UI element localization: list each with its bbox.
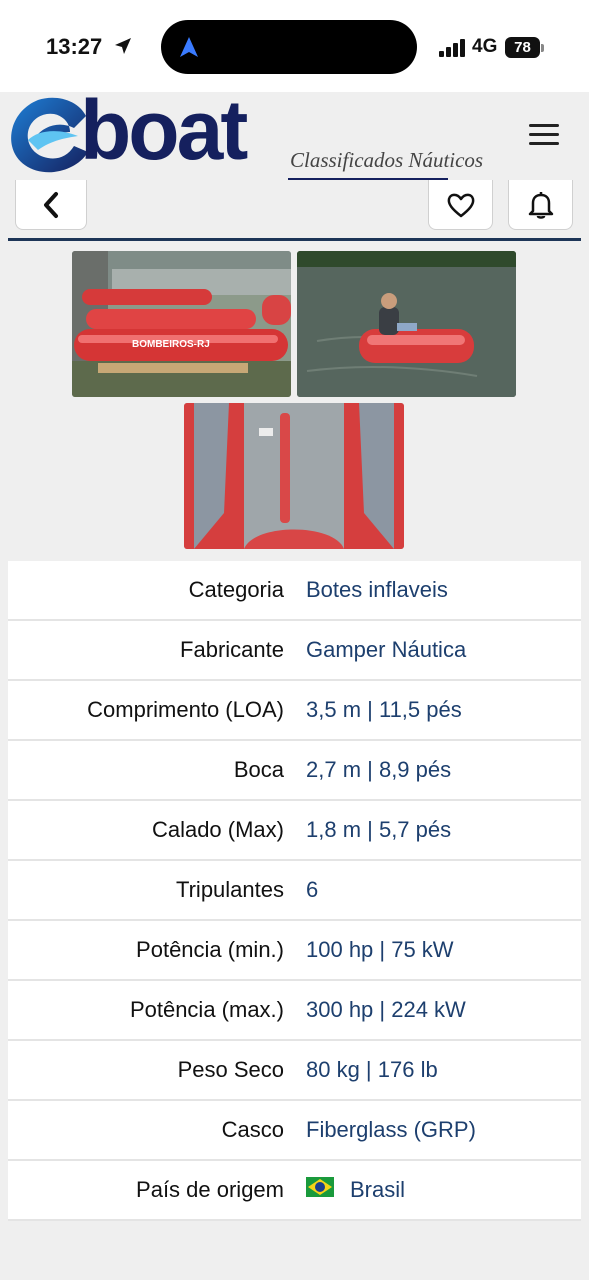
boat-details-table: Categoria Botes inflaveis Fabricante Gamper… [8,561,581,1221]
status-time: 13:27 [46,34,103,59]
detail-row: Potência (min.) 100 hp | 75 kW [8,921,581,981]
status-bar: 13:27 4G 78 [0,0,589,92]
photo-caption: BOMBEIROS-RJ [132,339,210,350]
detail-value-text: Fiberglass (GRP) [306,1117,476,1142]
logo-tagline: Classificados Náuticos [290,148,484,172]
battery-level: 78 [514,39,531,56]
detail-value[interactable]: Gamper Náutica [306,637,466,663]
detail-value-text: 1,8 m | 5,7 pés [306,817,452,842]
detail-label: Potência (min.) [136,937,284,962]
detail-value-text: 100 hp | 75 kW [306,937,454,962]
dynamic-island [161,20,417,74]
detail-row: Fabricante Gamper Náutica [8,621,581,681]
detail-row: Potência (max.) 300 hp | 224 kW [8,981,581,1041]
network-type: 4G [472,36,498,57]
detail-row: Tripulantes 6 [8,861,581,921]
hamburger-menu-icon[interactable] [529,124,561,148]
detail-label: Tripulantes [175,877,284,902]
detail-value[interactable]: Fiberglass (GRP) [306,1117,476,1143]
detail-label: Casco [221,1117,284,1142]
detail-label: País de origem [136,1177,284,1202]
detail-value-text: Gamper Náutica [306,637,467,662]
site-header: boat Classificados Náuticos [0,88,589,180]
detail-row: Casco Fiberglass (GRP) [8,1101,581,1161]
detail-row: Peso Seco 80 kg | 176 lb [8,1041,581,1101]
detail-label: Calado (Max) [151,817,284,842]
photo-boats-on-trailer[interactable]: BOMBEIROS-RJ [72,251,291,397]
detail-value[interactable]: 3,5 m | 11,5 pés [306,697,462,723]
photo-boat-interior[interactable] [184,403,404,549]
detail-value-text: Botes inflaveis [306,577,448,602]
detail-row: País de origem Brasil [8,1161,581,1221]
location-arrow-icon [113,36,133,61]
detail-value[interactable]: 80 kg | 176 lb [306,1057,438,1083]
back-button[interactable] [15,180,87,230]
detail-value[interactable]: Botes inflaveis [306,577,448,603]
brazil-flag-icon [306,1177,334,1203]
detail-value[interactable]: 100 hp | 75 kW [306,937,454,963]
detail-row: Comprimento (LOA) 3,5 m | 11,5 pés [8,681,581,741]
detail-row: Calado (Max) 1,8 m | 5,7 pés [8,801,581,861]
photo-boat-on-water[interactable] [297,251,516,397]
detail-value[interactable]: 1,8 m | 5,7 pés [306,817,451,843]
detail-value[interactable]: 2,7 m | 8,9 pés [306,757,451,783]
bell-icon [528,191,553,219]
battery-tip [541,44,544,52]
detail-row: Boca 2,7 m | 8,9 pés [8,741,581,801]
detail-value-text: 80 kg | 176 lb [306,1057,438,1082]
detail-value-text: 2,7 m | 8,9 pés [306,757,452,782]
detail-label: Comprimento (LOA) [87,697,284,722]
heart-icon [447,193,474,217]
detail-value-text: 3,5 m | 11,5 pés [306,697,462,722]
detail-label: Peso Seco [177,1057,284,1082]
detail-value[interactable]: 6 [306,877,318,903]
listing-toolbar [0,180,589,242]
favorite-button[interactable] [428,180,493,230]
detail-label: Fabricante [180,637,284,662]
detail-value-text: Brasil [350,1177,406,1202]
battery-icon: 78 [505,37,540,58]
navigation-icon [179,36,199,63]
detail-value[interactable]: Brasil [306,1177,405,1203]
signal-bars-icon [439,39,467,62]
detail-label: Potência (max.) [129,997,284,1022]
detail-label: Categoria [188,577,284,602]
alert-button[interactable] [508,180,573,230]
detail-value-text: 6 [306,877,319,902]
detail-label: Boca [233,757,284,782]
toolbar-divider [8,238,581,241]
chevron-left-icon [44,191,58,218]
detail-value-text: 300 hp | 224 kW [306,997,466,1022]
detail-row: Categoria Botes inflaveis [8,561,581,621]
logo-text: boat [80,83,248,177]
detail-value[interactable]: 300 hp | 224 kW [306,997,466,1023]
